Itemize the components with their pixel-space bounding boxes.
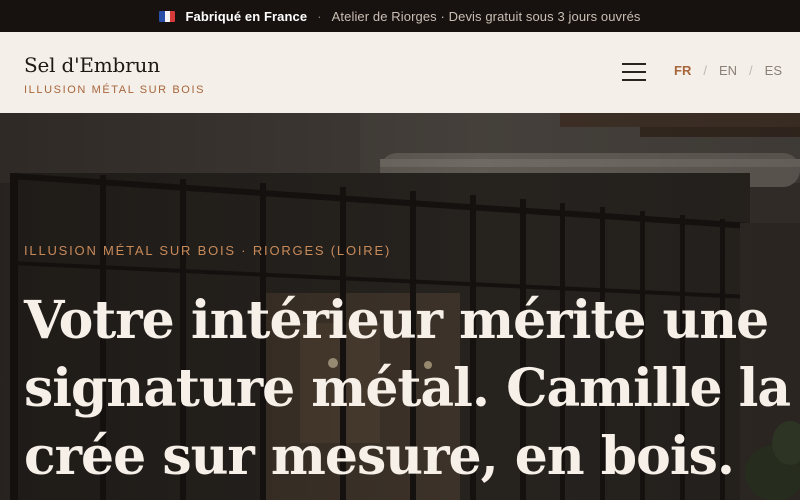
lang-separator: / [703,63,707,78]
hamburger-menu-icon[interactable] [622,63,646,81]
site-header: Sel d'Embrun ILLUSION MÉTAL SUR BOIS FR … [0,32,800,113]
workshop-info: Atelier de Riorges · Devis gratuit sous … [331,8,641,24]
topbar-separator: · [317,8,322,24]
brand-logo-link[interactable]: Sel d'Embrun ILLUSION MÉTAL SUR BOIS [24,53,205,96]
france-flag-icon [159,10,176,22]
made-in-france-label: Fabriqué en France [185,8,308,24]
announcement-bar: Fabriqué en France · Atelier de Riorges … [0,0,800,32]
hero-title: Votre intérieur mérite une signature mét… [24,290,791,487]
brand-name: Sel d'Embrun [24,53,160,77]
hero-section: ILLUSION MÉTAL SUR BOIS · RIORGES (LOIRE… [0,113,800,500]
lang-en[interactable]: EN [719,63,737,78]
lang-separator: / [749,63,753,78]
brand-tagline: ILLUSION MÉTAL SUR BOIS [24,84,206,96]
lang-fr[interactable]: FR [674,63,691,78]
language-switcher: FR / EN / ES [674,63,782,78]
lang-es[interactable]: ES [765,63,782,78]
hero-eyebrow: ILLUSION MÉTAL SUR BOIS · RIORGES (LOIRE… [24,243,392,258]
